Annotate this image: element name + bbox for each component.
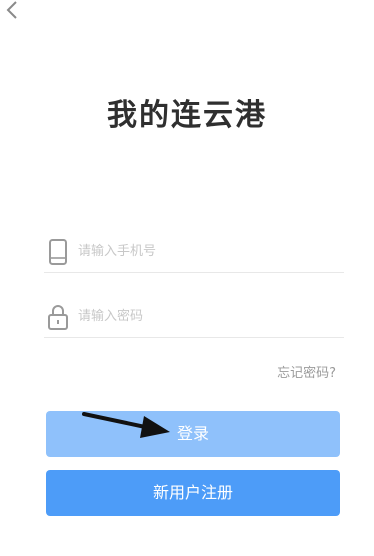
phone-input[interactable] [78, 238, 334, 264]
password-field [44, 297, 344, 338]
lock-icon [46, 303, 70, 331]
register-button[interactable]: 新用户注册 [46, 470, 340, 516]
chevron-left-icon [6, 1, 17, 19]
password-input[interactable] [78, 303, 334, 329]
forgot-password-link[interactable]: 忘记密码? [277, 362, 336, 381]
back-button[interactable] [2, 0, 24, 22]
page-title: 我的连云港 [107, 98, 267, 133]
login-button[interactable]: 登录 [46, 411, 340, 457]
phone-icon [46, 238, 70, 266]
phone-field [44, 232, 344, 273]
